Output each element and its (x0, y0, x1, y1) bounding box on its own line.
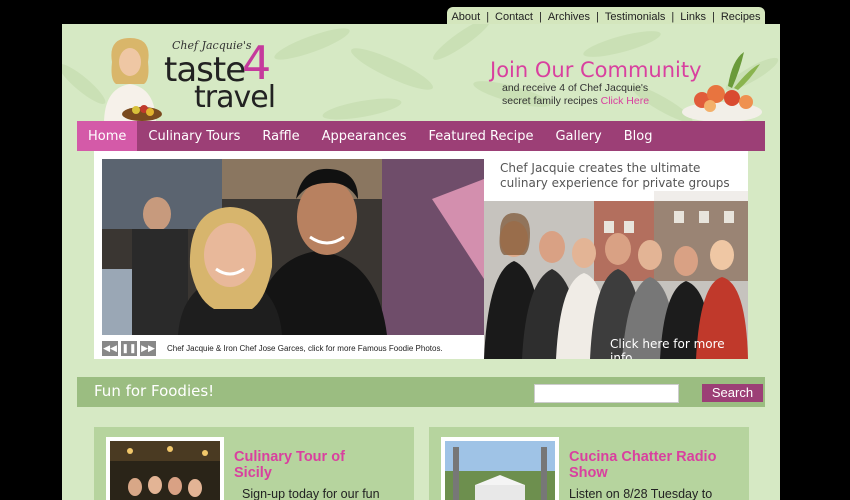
site-panel: Chef Jacquie's taste 4 travel Join Our C… (62, 24, 780, 500)
feature-card-sicily-tour: Culinary Tour of Sicily Sign-up today fo… (94, 427, 414, 500)
join-community-banner: Join Our Community and receive 4 of Chef… (490, 58, 710, 108)
page: About | Contact | Archives | Testimonial… (0, 0, 850, 500)
join-line-2: secret family recipes (502, 95, 598, 107)
pause-icon[interactable]: ❚❚ (121, 340, 137, 356)
top-nav-about-link[interactable]: About (451, 11, 480, 23)
sicily-tour-thumbnail[interactable] (106, 437, 224, 500)
top-nav-archives-link[interactable]: Archives (548, 11, 590, 23)
private-groups-promo[interactable]: Chef Jacquie creates the ultimate culina… (484, 151, 748, 359)
radio-show-title[interactable]: Cucina Chatter Radio Show (569, 449, 716, 481)
search-input[interactable] (534, 384, 679, 403)
top-nav-links-link[interactable]: Links (680, 11, 706, 23)
join-line-2-wrapper: secret family recipes Click Here (502, 95, 710, 108)
nav-home[interactable]: Home (77, 121, 138, 151)
nav-separator: | (538, 10, 542, 23)
promo-line-1: Chef Jacquie creates the ultimate (500, 161, 701, 175)
nav-gallery[interactable]: Gallery (544, 121, 612, 151)
search-button[interactable]: Search (702, 384, 763, 402)
nav-culinary-tours[interactable]: Culinary Tours (137, 121, 251, 151)
sicily-tour-title-line-1: Culinary Tour of (234, 449, 345, 465)
nav-raffle[interactable]: Raffle (251, 121, 310, 151)
radio-show-title-line-2: Show (569, 465, 608, 481)
sicily-tour-text: Sign-up today for our fun (242, 487, 380, 500)
radio-show-thumbnail[interactable] (441, 437, 559, 500)
radio-show-photo (445, 441, 555, 500)
nav-blog[interactable]: Blog (613, 121, 664, 151)
slideshow-caption[interactable]: Chef Jacquie & Iron Chef Jose Garces, cl… (167, 344, 443, 353)
nav-separator: | (596, 10, 599, 23)
nav-separator: | (671, 10, 675, 23)
main-nav: Home Culinary Tours Raffle Appearances F… (77, 121, 765, 151)
radio-show-text: Listen on 8/28 Tuesday to (569, 487, 713, 500)
slideshow-controls: ◀◀ ❚❚ ▶▶ Chef Jacquie & Iron Chef Jose G… (102, 339, 443, 357)
nav-appearances[interactable]: Appearances (311, 121, 418, 151)
rewind-icon[interactable]: ◀◀ (102, 340, 118, 356)
fun-for-foodies-title: Fun for Foodies! (94, 382, 215, 400)
top-nav-testimonials-link[interactable]: Testimonials (605, 11, 666, 23)
join-line-1: and receive 4 of Chef Jacquie's (502, 82, 649, 94)
feature-card-radio-show: Cucina Chatter Radio Show Listen on 8/28… (429, 427, 749, 500)
top-nav-recipes-link[interactable]: Recipes (721, 11, 761, 23)
sicily-tour-title[interactable]: Culinary Tour of Sicily (234, 449, 345, 481)
salad-bowl-image (682, 52, 762, 122)
nav-separator: | (711, 10, 715, 23)
promo-line-2: culinary experience for private groups (500, 176, 730, 190)
promo-headline: Chef Jacquie creates the ultimate culina… (500, 161, 730, 191)
site-logo[interactable]: Chef Jacquie's taste 4 travel (164, 36, 284, 116)
chef-avatar (104, 38, 162, 124)
fun-for-foodies-bar: Fun for Foodies! Search (77, 377, 765, 407)
radio-show-title-line-1: Cucina Chatter Radio (569, 449, 717, 465)
forward-icon[interactable]: ▶▶ (140, 340, 156, 356)
top-nav-contact-link[interactable]: Contact (495, 11, 533, 23)
join-headline: Join Our Community (490, 58, 702, 82)
sicily-tour-photo (110, 441, 220, 500)
photo-slideshow: ◀◀ ❚❚ ▶▶ Chef Jacquie & Iron Chef Jose G… (94, 151, 492, 359)
nav-featured-recipe[interactable]: Featured Recipe (417, 121, 544, 151)
slideshow-photo[interactable] (102, 159, 484, 335)
nav-separator: | (486, 10, 490, 23)
join-click-here-link[interactable]: Click Here (601, 95, 649, 107)
logo-travel-word: travel (194, 80, 276, 115)
sicily-tour-title-line-2: Sicily (234, 465, 272, 481)
promo-more-info-link[interactable]: Click here for more info (610, 337, 748, 359)
